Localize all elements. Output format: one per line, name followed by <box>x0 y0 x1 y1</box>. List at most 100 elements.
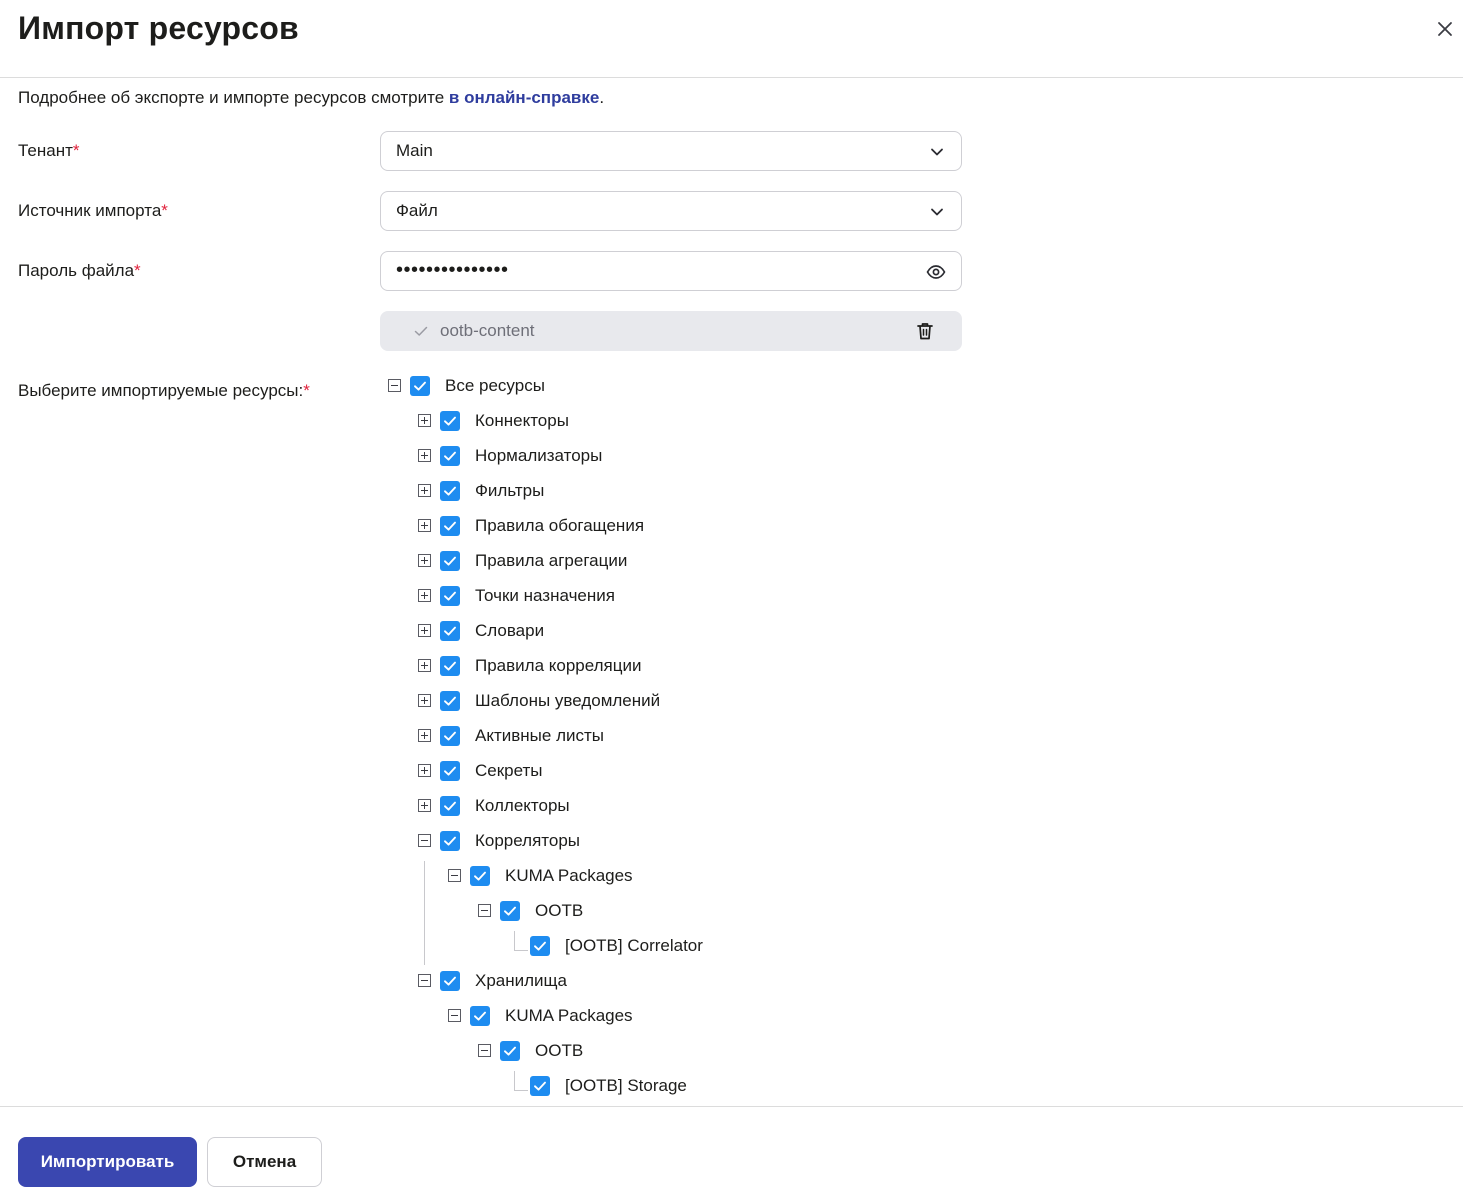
collapse-icon[interactable] <box>448 869 461 882</box>
tree-node-label: Словари <box>475 621 545 640</box>
cancel-button[interactable]: Отмена <box>207 1137 322 1187</box>
tree-node-checkbox[interactable] <box>440 831 460 851</box>
check-icon <box>444 696 456 706</box>
tree-node: Нормализаторы <box>0 438 1000 473</box>
expand-icon[interactable] <box>418 694 431 707</box>
password-masked-value: ••••••••••••••• <box>396 259 509 281</box>
check-icon <box>414 381 426 391</box>
tree-node-checkbox[interactable] <box>500 1041 520 1061</box>
collapse-icon[interactable] <box>448 1009 461 1022</box>
tree-node: Шаблоны уведомлений <box>0 683 1000 718</box>
tree-node: Правила корреляции <box>0 648 1000 683</box>
tree-node: Коллекторы <box>0 788 1000 823</box>
tree-node-label: Нормализаторы <box>475 446 603 465</box>
collapse-icon[interactable] <box>388 379 401 392</box>
expand-icon[interactable] <box>418 624 431 637</box>
tree-node: OOTB <box>0 893 1000 928</box>
check-icon <box>444 626 456 636</box>
tree-node: Фильтры <box>0 473 1000 508</box>
check-icon <box>444 416 456 426</box>
expand-icon[interactable] <box>418 449 431 462</box>
tree-node-checkbox[interactable] <box>500 901 520 921</box>
tree-node-checkbox[interactable] <box>440 726 460 746</box>
tree-node-checkbox[interactable] <box>440 586 460 606</box>
expand-icon[interactable] <box>418 729 431 742</box>
tree-node-label: Правила корреляции <box>475 656 642 675</box>
collapse-icon[interactable] <box>478 904 491 917</box>
dialog-header: Импорт ресурсов <box>0 0 1463 78</box>
check-icon <box>444 591 456 601</box>
check-icon <box>444 801 456 811</box>
import-resources-dialog: Импорт ресурсов Подробнее об экспорте и … <box>0 0 1463 1200</box>
tree-node-label: Коннекторы <box>475 411 569 430</box>
uploaded-file-name: ootb-content <box>440 321 535 340</box>
tree-node: Словари <box>0 613 1000 648</box>
expand-icon[interactable] <box>418 519 431 532</box>
tree-node-checkbox[interactable] <box>440 796 460 816</box>
tree-node-checkbox[interactable] <box>440 481 460 501</box>
expand-icon[interactable] <box>418 554 431 567</box>
tree-node-label: OOTB <box>535 1041 584 1060</box>
expand-icon[interactable] <box>418 659 431 672</box>
check-icon <box>474 1011 486 1021</box>
check-icon <box>444 451 456 461</box>
tree-node-label: [OOTB] Correlator <box>565 936 703 955</box>
tree-node-checkbox[interactable] <box>440 411 460 431</box>
dialog-title: Импорт ресурсов <box>18 10 299 46</box>
tree-node: Активные листы <box>0 718 1000 753</box>
check-icon <box>504 906 516 916</box>
tree-node: [OOTB] Storage <box>0 1068 1000 1103</box>
chevron-down-icon <box>931 208 943 216</box>
file-password-input[interactable]: ••••••••••••••• <box>380 251 962 291</box>
eye-icon[interactable] <box>925 261 947 283</box>
expand-icon[interactable] <box>418 589 431 602</box>
tree-node-label: Коллекторы <box>475 796 570 815</box>
tree-node-checkbox[interactable] <box>410 376 430 396</box>
expand-icon[interactable] <box>418 414 431 427</box>
tree-node-checkbox[interactable] <box>440 971 460 991</box>
check-icon <box>444 486 456 496</box>
tree-node: Корреляторы <box>0 823 1000 858</box>
tree-node-checkbox[interactable] <box>440 656 460 676</box>
collapse-icon[interactable] <box>418 974 431 987</box>
expand-icon[interactable] <box>418 764 431 777</box>
tree-node-checkbox[interactable] <box>440 621 460 641</box>
check-icon <box>444 556 456 566</box>
collapse-icon[interactable] <box>418 834 431 847</box>
online-help-link[interactable]: в онлайн-справке <box>449 88 599 107</box>
tree-node-checkbox[interactable] <box>530 1076 550 1096</box>
tenant-select[interactable]: Main <box>380 131 962 171</box>
help-text: Подробнее об экспорте и импорте ресурсов… <box>18 86 604 110</box>
tree-node-label: Шаблоны уведомлений <box>475 691 661 710</box>
tree-node-checkbox[interactable] <box>440 551 460 571</box>
tree-node-label: Все ресурсы <box>445 376 545 395</box>
tree-node: Правила обогащения <box>0 508 1000 543</box>
help-text-suffix: . <box>599 88 605 107</box>
tree-node-label: Правила обогащения <box>475 516 645 535</box>
expand-icon[interactable] <box>418 484 431 497</box>
tree-node-checkbox[interactable] <box>470 1006 490 1026</box>
import-button[interactable]: Импортировать <box>18 1137 197 1187</box>
tree-node-label: [OOTB] Storage <box>565 1076 687 1095</box>
help-text-prefix: Подробнее об экспорте и импорте ресурсов… <box>18 88 449 107</box>
trash-icon[interactable] <box>914 320 936 342</box>
tree-node-checkbox[interactable] <box>440 446 460 466</box>
tree-node-checkbox[interactable] <box>470 866 490 886</box>
tree-node-label: Точки назначения <box>475 586 615 605</box>
close-button[interactable] <box>1430 14 1460 44</box>
check-icon <box>534 1081 546 1091</box>
expand-icon[interactable] <box>418 799 431 812</box>
required-mark: * <box>134 261 141 280</box>
import-source-select[interactable]: Файл <box>380 191 962 231</box>
tree-node-checkbox[interactable] <box>530 936 550 956</box>
required-mark: * <box>72 141 80 160</box>
tree-node-label: OOTB <box>535 901 584 920</box>
tree-node-checkbox[interactable] <box>440 691 460 711</box>
collapse-icon[interactable] <box>478 1044 491 1057</box>
tree-node-label: Хранилища <box>475 971 567 990</box>
check-icon <box>444 521 456 531</box>
uploaded-file: ootb-content <box>380 311 962 351</box>
tree-node-label: Активные листы <box>475 726 604 745</box>
tree-node-checkbox[interactable] <box>440 761 460 781</box>
tree-node-checkbox[interactable] <box>440 516 460 536</box>
